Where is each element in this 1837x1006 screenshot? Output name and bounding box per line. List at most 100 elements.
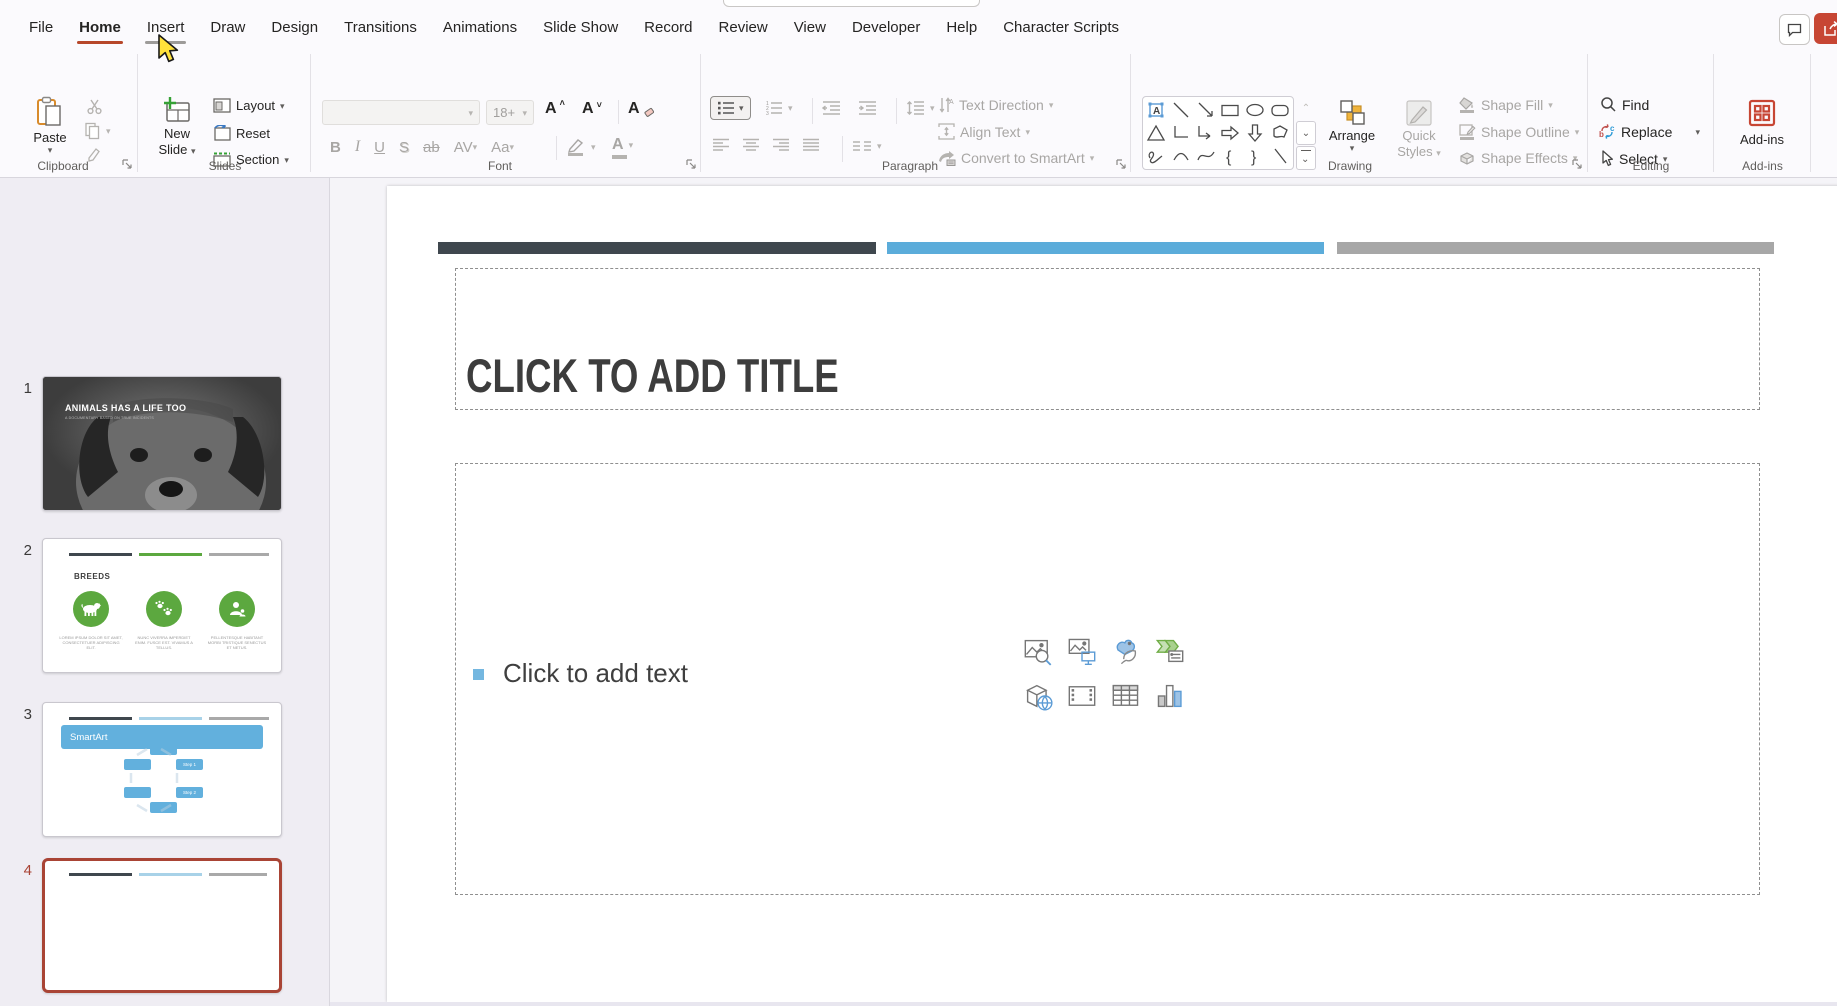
triangle-shape-icon[interactable]	[1145, 122, 1167, 144]
align-center-button[interactable]	[742, 138, 760, 152]
numbering-button[interactable]: 123 ▾	[765, 100, 793, 116]
group-separator	[1810, 54, 1811, 172]
arrow-shape-icon[interactable]	[1195, 99, 1217, 121]
justify-button[interactable]	[802, 138, 820, 152]
text-highlight-button[interactable]: ▾	[566, 138, 596, 156]
copy-button[interactable]: ▾	[84, 122, 111, 140]
insert-table-button[interactable]	[1111, 681, 1141, 711]
insert-video-button[interactable]	[1067, 681, 1097, 711]
ribbon-tab-design[interactable]: Design	[258, 13, 331, 42]
arrange-button[interactable]: Arrange ▾	[1322, 98, 1382, 152]
ribbon-tab-help[interactable]: Help	[933, 13, 990, 42]
arrange-icon	[1337, 98, 1367, 128]
title-placeholder[interactable]: CLICK TO ADD TITLE	[455, 268, 1760, 410]
shape-effects-button[interactable]: Shape Effects ▾	[1458, 150, 1577, 166]
align-right-button[interactable]	[772, 138, 790, 152]
new-slide-icon	[161, 96, 193, 126]
bold-button[interactable]: B	[330, 139, 341, 156]
curve-shape-icon[interactable]	[1195, 145, 1217, 167]
increase-indent-button[interactable]	[858, 100, 877, 116]
oval-shape-icon[interactable]	[1244, 99, 1266, 121]
arc-shape-icon[interactable]	[1170, 145, 1192, 167]
character-spacing-button[interactable]: AV▾	[454, 139, 477, 156]
font-size-combobox[interactable]: 18+ ▾	[486, 100, 534, 125]
elbow-connector-shape-icon[interactable]	[1170, 122, 1192, 144]
drawing-dialog-launcher[interactable]	[1572, 159, 1584, 171]
slide-thumbnail-4[interactable]	[42, 858, 282, 993]
underline-button[interactable]: U	[374, 139, 385, 156]
clipboard-group-label: Clipboard	[0, 159, 126, 173]
text-shadow-button[interactable]: S	[399, 139, 409, 156]
reset-button[interactable]: Reset	[213, 125, 270, 141]
replace-button[interactable]: bc Replace ▾	[1598, 123, 1700, 140]
font-dialog-launcher[interactable]	[686, 159, 698, 171]
insert-insert-icon-button[interactable]	[1111, 636, 1141, 666]
columns-button[interactable]: ▾	[852, 140, 882, 152]
ribbon-tab-review[interactable]: Review	[706, 13, 781, 42]
quick-styles-label2: Styles ▾	[1397, 144, 1441, 160]
insert-3d-models-button[interactable]	[1023, 681, 1053, 711]
ribbon-tab-transitions[interactable]: Transitions	[331, 13, 430, 42]
text-direction-button[interactable]: A Text Direction ▾	[938, 96, 1053, 114]
insert-pictures-button[interactable]	[1067, 636, 1097, 666]
ribbon-tab-character-scripts[interactable]: Character Scripts	[990, 13, 1132, 42]
insert-chart-button[interactable]	[1155, 681, 1185, 711]
add-ins-button[interactable]: Add-ins	[1728, 98, 1796, 148]
gallery-scroll-down[interactable]: ⌄	[1296, 121, 1316, 145]
paragraph-dialog-launcher[interactable]	[1116, 159, 1128, 171]
paste-button[interactable]: Paste ▾	[24, 96, 76, 154]
decrease-indent-button[interactable]	[822, 100, 841, 116]
slide-thumbnail-1[interactable]: ANIMALS HAS A LIFE TOO A DOCUMENTARY BAS…	[42, 376, 282, 511]
comments-button[interactable]	[1779, 14, 1810, 45]
ribbon-tab-insert[interactable]: Insert	[134, 13, 198, 42]
clear-formatting-button[interactable]: A	[628, 100, 654, 118]
rounded-rectangle-shape-icon[interactable]	[1269, 99, 1291, 121]
ribbon-tab-animations[interactable]: Animations	[430, 13, 530, 42]
gallery-scroll-up[interactable]: ⌃	[1296, 96, 1316, 120]
line-shape-icon[interactable]	[1170, 99, 1192, 121]
rectangle-shape-icon[interactable]	[1219, 99, 1241, 121]
chevron-down-icon: ▾	[1350, 144, 1355, 152]
freeform-shape-shape-icon[interactable]	[1269, 122, 1291, 144]
elbow-arrow-connector-shape-icon[interactable]	[1195, 122, 1217, 144]
decrease-font-size-button[interactable]: A˅	[582, 100, 602, 118]
ribbon-tab-home[interactable]: Home	[66, 13, 134, 42]
find-button[interactable]: Find	[1600, 96, 1649, 113]
shape-outline-button[interactable]: Shape Outline ▾	[1458, 123, 1579, 140]
chevron-down-icon: ▾	[1575, 128, 1580, 136]
increase-font-size-button[interactable]: A˄	[545, 100, 565, 118]
shape-fill-button[interactable]: Shape Fill ▾	[1458, 96, 1553, 113]
quick-styles-button[interactable]: Quick Styles ▾	[1388, 98, 1450, 160]
scribble-shape-icon[interactable]	[1145, 145, 1167, 167]
align-text-button[interactable]: Align Text ▾	[938, 123, 1030, 140]
text-box-shape-icon[interactable]: A	[1145, 99, 1167, 121]
new-slide-button[interactable]: New Slide ▾	[148, 96, 206, 158]
share-button[interactable]	[1814, 13, 1837, 44]
cut-button[interactable]	[86, 98, 103, 115]
ribbon-tab-view[interactable]: View	[781, 13, 839, 42]
slide-canvas[interactable]: CLICK TO ADD TITLE Click to add text	[387, 186, 1837, 1002]
layout-button[interactable]: Layout▾	[213, 98, 285, 113]
clipboard-dialog-launcher[interactable]	[122, 159, 134, 171]
italic-button[interactable]: I	[355, 138, 360, 156]
ribbon-tab-file[interactable]: File	[16, 13, 66, 42]
slide-thumbnail-3[interactable]: SmartArtStep 1Step 2	[42, 702, 282, 837]
ribbon-tab-record[interactable]: Record	[631, 13, 705, 42]
ribbon-tab-draw[interactable]: Draw	[197, 13, 258, 42]
align-left-button[interactable]	[712, 138, 730, 152]
font-name-combobox[interactable]: ▾	[322, 100, 480, 125]
ribbon-tab-slide-show[interactable]: Slide Show	[530, 13, 631, 42]
change-case-button[interactable]: Aa▾	[491, 139, 514, 156]
insert-smartart-button[interactable]	[1155, 636, 1185, 666]
bullets-button[interactable]: ▾	[710, 96, 751, 120]
strikethrough-button[interactable]: ab	[423, 139, 440, 156]
down-arrow-shape-icon[interactable]	[1244, 122, 1266, 144]
ribbon-tab-developer[interactable]: Developer	[839, 13, 933, 42]
content-placeholder[interactable]: Click to add text	[455, 463, 1760, 895]
insert-stock-images-button[interactable]	[1023, 636, 1053, 666]
line-spacing-button[interactable]: ▾	[906, 100, 935, 116]
right-arrow-shape-icon[interactable]	[1219, 122, 1241, 144]
font-color-button[interactable]: A ▾	[612, 136, 633, 154]
slide-thumbnail-2[interactable]: BREEDS LOREM IPSUM DOLOR SIT AMET, CONSE…	[42, 538, 282, 673]
search-box-partial[interactable]	[723, 0, 980, 7]
